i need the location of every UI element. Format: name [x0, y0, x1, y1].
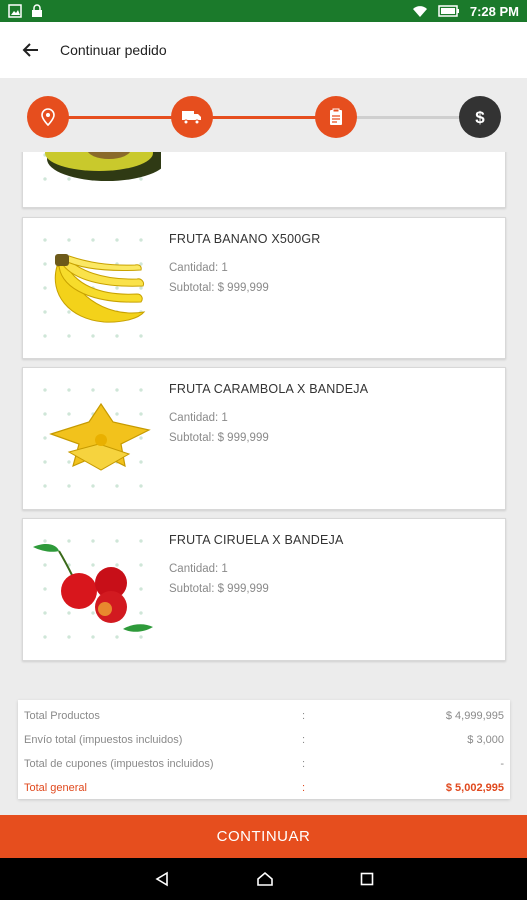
product-subtotal: Subtotal: $ 999,999: [169, 583, 269, 595]
totals-separator: :: [302, 782, 306, 794]
banana-image: [29, 224, 161, 352]
wifi-icon: [412, 6, 427, 17]
delivery-truck-icon: [182, 111, 201, 125]
image-notification-icon: [8, 4, 22, 18]
nav-home-icon[interactable]: [256, 871, 274, 887]
totals-separator: :: [302, 758, 306, 770]
product-quantity: Cantidad: 1: [169, 563, 228, 575]
totals-label: Total Productos: [24, 710, 100, 722]
app-bar: Continuar pedido: [0, 22, 527, 78]
product-name: FRUTA CARAMBOLA X BANDEJA: [169, 382, 369, 396]
product-name: FRUTA CIRUELA X BANDEJA: [169, 533, 344, 547]
nav-recents-icon[interactable]: [360, 872, 374, 886]
product-subtotal: Subtotal: $ 999,999: [169, 282, 269, 294]
totals-row: Envío total (impuestos incluidos) : $ 3,…: [24, 728, 504, 752]
totals-separator: :: [302, 710, 306, 722]
product-quantity: Cantidad: 1: [169, 262, 228, 274]
step-delivery[interactable]: [171, 96, 213, 138]
starfruit-image: [29, 374, 161, 502]
system-nav-bar: [0, 858, 527, 900]
step-order-summary[interactable]: [315, 96, 357, 138]
svg-text:$: $: [475, 108, 485, 127]
product-quantity: Cantidad: 1: [169, 412, 228, 424]
totals-row: Total Productos : $ 4,999,995: [24, 704, 504, 728]
dollar-icon: $: [475, 108, 485, 127]
avocado-image: [29, 152, 161, 201]
arrow-back-icon: [22, 43, 38, 57]
lock-icon: [32, 4, 42, 17]
location-pin-icon: [41, 108, 55, 126]
stepper-line-1: [66, 116, 174, 119]
product-list[interactable]: FRUTA BANANO X500GR Cantidad: 1 Subtotal…: [0, 152, 527, 682]
grand-total-row: Total general : $ 5,002,995: [24, 776, 504, 800]
totals-value: $ 4,999,995: [445, 710, 504, 722]
list-item[interactable]: FRUTA CIRUELA X BANDEJA Cantidad: 1 Subt…: [22, 518, 506, 661]
page-title: Continuar pedido: [60, 42, 167, 58]
clipboard-icon: [330, 108, 342, 125]
continue-button[interactable]: CONTINUAR: [0, 815, 527, 858]
stepper-line-2: [210, 116, 318, 119]
battery-icon: [438, 5, 459, 17]
back-button[interactable]: [0, 22, 60, 78]
totals-separator: :: [302, 734, 306, 746]
totals-value: $ 3,000: [467, 734, 504, 746]
status-bar: 7:28 PM: [0, 0, 527, 22]
stepper-line-3: [354, 116, 462, 119]
step-payment[interactable]: $: [459, 96, 501, 138]
checkout-stepper: $: [0, 78, 527, 154]
totals-label: Envío total (impuestos incluidos): [24, 734, 183, 746]
grand-total-value: $ 5,002,995: [445, 782, 504, 794]
list-item[interactable]: FRUTA CARAMBOLA X BANDEJA Cantidad: 1 Su…: [22, 367, 506, 510]
nav-back-icon[interactable]: [154, 871, 170, 887]
order-totals: Total Productos : $ 4,999,995 Envío tota…: [18, 700, 510, 799]
totals-label: Total de cupones (impuestos incluidos): [24, 758, 214, 770]
list-item-partial: [22, 152, 506, 208]
product-subtotal: Subtotal: $ 999,999: [169, 432, 269, 444]
grand-total-label: Total general: [24, 782, 87, 794]
totals-row: Total de cupones (impuestos incluidos) :…: [24, 752, 504, 776]
step-location[interactable]: [27, 96, 69, 138]
totals-value: -: [500, 758, 504, 770]
plum-image: [29, 525, 161, 653]
product-name: FRUTA BANANO X500GR: [169, 232, 321, 246]
status-time: 7:28 PM: [469, 3, 519, 19]
list-item[interactable]: FRUTA BANANO X500GR Cantidad: 1 Subtotal…: [22, 217, 506, 359]
